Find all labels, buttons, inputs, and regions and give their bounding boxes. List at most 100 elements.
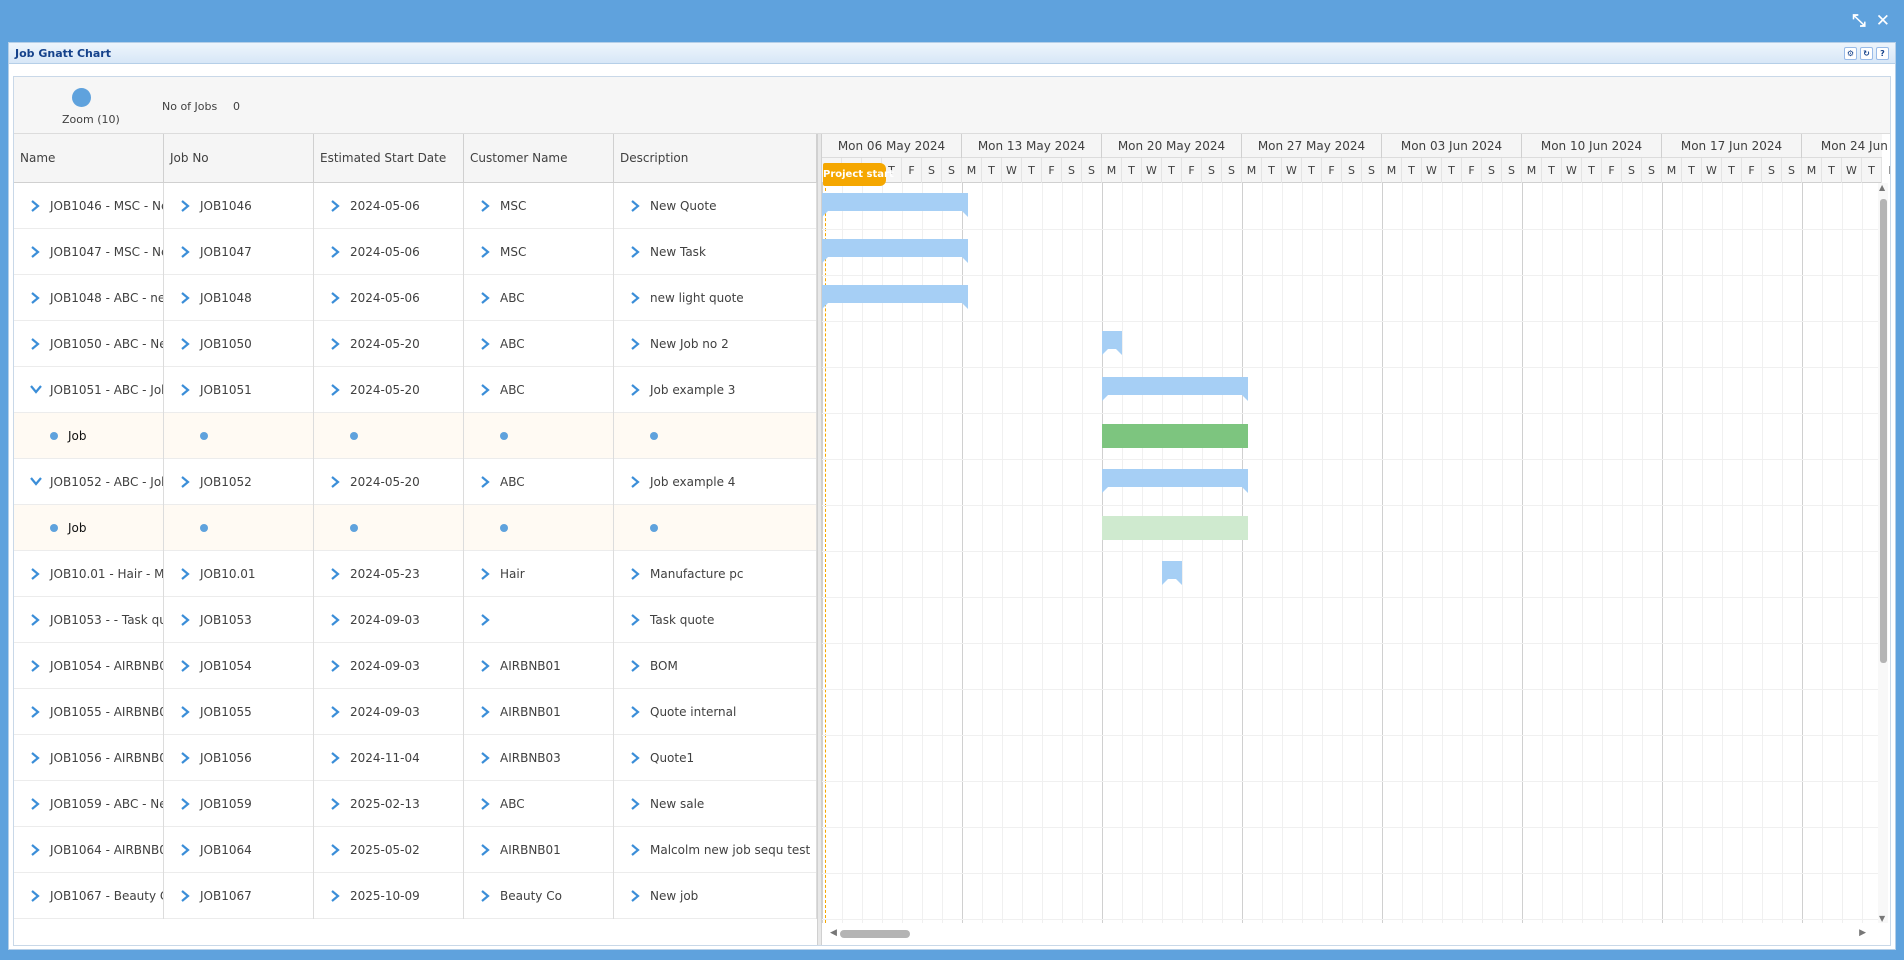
chevron-right-icon[interactable] [630,689,642,735]
chevron-right-icon[interactable] [630,643,642,689]
chevron-right-icon[interactable] [180,229,192,275]
chevron-right-icon[interactable] [480,321,492,367]
chevron-right-icon[interactable] [180,183,192,229]
chevron-right-icon[interactable] [330,597,342,643]
chevron-right-icon[interactable] [30,689,42,735]
scroll-left-icon[interactable]: ◀ [830,928,837,938]
job-row[interactable]: JOB1052 - ABC - Job example 4 JOB1052 2024… [14,459,817,505]
chevron-right-icon[interactable] [630,551,642,597]
chevron-down-icon[interactable] [30,367,42,413]
chevron-right-icon[interactable] [30,183,42,229]
chevron-right-icon[interactable] [180,459,192,505]
chevron-right-icon[interactable] [30,873,42,919]
chevron-right-icon[interactable] [480,229,492,275]
column-header-start-date[interactable]: Estimated Start Date [314,134,464,183]
job-row[interactable]: JOB1059 - ABC - New sale JOB1059 2025-02-1… [14,781,817,827]
chevron-right-icon[interactable] [30,321,42,367]
job-summary-bar[interactable] [1102,331,1122,355]
chevron-down-icon[interactable] [30,459,42,505]
chevron-right-icon[interactable] [630,321,642,367]
chevron-right-icon[interactable] [330,551,342,597]
job-summary-bar[interactable] [1102,469,1248,493]
chevron-right-icon[interactable] [180,597,192,643]
chevron-right-icon[interactable] [630,183,642,229]
chevron-right-icon[interactable] [630,597,642,643]
chevron-right-icon[interactable] [630,873,642,919]
chevron-right-icon[interactable] [480,827,492,873]
task-bar[interactable] [1102,424,1248,448]
chevron-right-icon[interactable] [630,735,642,781]
chevron-right-icon[interactable] [630,827,642,873]
job-row[interactable]: JOB1051 - ABC - Job example 3 JOB1051 2024… [14,367,817,413]
column-header-description[interactable]: Description [614,134,817,183]
job-summary-bar[interactable] [822,193,968,217]
chevron-right-icon[interactable] [180,827,192,873]
job-row[interactable]: JOB1055 - AIRBNB01 - Quote internal JOB10… [14,689,817,735]
scroll-right-icon[interactable]: ▶ [1859,928,1866,938]
child-task-row[interactable]: Job [14,413,817,459]
job-row[interactable]: JOB1048 - ABC - new light quote JOB1048 20… [14,275,817,321]
chevron-right-icon[interactable] [480,689,492,735]
child-task-row[interactable]: Job [14,505,817,551]
column-header-job-no[interactable]: Job No [164,134,314,183]
job-row[interactable]: JOB1067 - Beauty Co - New job JOB1067 2025… [14,873,817,919]
chevron-right-icon[interactable] [30,735,42,781]
job-summary-bar[interactable] [1102,377,1248,401]
chevron-right-icon[interactable] [30,827,42,873]
vertical-scroll-thumb[interactable] [1880,199,1887,663]
chevron-right-icon[interactable] [30,275,42,321]
job-row[interactable]: JOB1047 - MSC - New Task JOB1047 2024-05-0… [14,229,817,275]
chevron-right-icon[interactable] [330,367,342,413]
chevron-right-icon[interactable] [180,689,192,735]
chevron-right-icon[interactable] [180,735,192,781]
job-summary-bar[interactable] [822,285,968,309]
scroll-up-icon[interactable]: ▲ [1879,183,1885,192]
chevron-right-icon[interactable] [30,781,42,827]
task-bar[interactable] [1102,516,1248,540]
chevron-right-icon[interactable] [180,781,192,827]
chevron-right-icon[interactable] [630,367,642,413]
help-icon[interactable]: ? [1876,47,1889,60]
job-summary-bar[interactable] [1162,561,1182,585]
chevron-right-icon[interactable] [480,551,492,597]
job-row[interactable]: JOB1053 - - Task quote JOB1053 2024-09-03 T… [14,597,817,643]
chevron-right-icon[interactable] [180,321,192,367]
chevron-right-icon[interactable] [30,229,42,275]
chevron-right-icon[interactable] [480,459,492,505]
horizontal-scrollbar[interactable]: ◀ ▶ [822,923,1890,945]
job-row[interactable]: JOB1064 - AIRBNB01 - Malcolm new job seq… [14,827,817,873]
chevron-right-icon[interactable] [330,827,342,873]
chevron-right-icon[interactable] [630,781,642,827]
chevron-right-icon[interactable] [480,735,492,781]
chevron-right-icon[interactable] [630,229,642,275]
job-row[interactable]: JOB10.01 - Hair - Manufacture pc JOB10.01… [14,551,817,597]
horizontal-scroll-thumb[interactable] [840,930,910,938]
chevron-right-icon[interactable] [480,781,492,827]
chevron-right-icon[interactable] [30,597,42,643]
column-header-name[interactable]: Name [14,134,164,183]
chevron-right-icon[interactable] [330,873,342,919]
job-row[interactable]: JOB1056 - AIRBNB03 - Quote1 JOB1056 2024-1… [14,735,817,781]
chevron-right-icon[interactable] [330,275,342,321]
chevron-right-icon[interactable] [630,275,642,321]
chevron-right-icon[interactable] [480,597,492,643]
chevron-right-icon[interactable] [30,551,42,597]
chevron-right-icon[interactable] [330,459,342,505]
chevron-right-icon[interactable] [480,643,492,689]
job-row[interactable]: JOB1054 - AIRBNB01 - BOM JOB1054 2024-09-0… [14,643,817,689]
chevron-right-icon[interactable] [630,459,642,505]
chevron-right-icon[interactable] [330,183,342,229]
chevron-right-icon[interactable] [330,643,342,689]
chevron-right-icon[interactable] [180,551,192,597]
chevron-right-icon[interactable] [480,275,492,321]
chevron-right-icon[interactable] [30,643,42,689]
chevron-right-icon[interactable] [180,873,192,919]
chevron-right-icon[interactable] [330,735,342,781]
chevron-right-icon[interactable] [330,689,342,735]
chevron-right-icon[interactable] [480,367,492,413]
gear-icon[interactable]: ⚙ [1844,47,1857,60]
refresh-icon[interactable]: ↻ [1860,47,1873,60]
chevron-right-icon[interactable] [180,643,192,689]
close-icon[interactable]: ✕ [1876,12,1890,30]
chevron-right-icon[interactable] [480,873,492,919]
